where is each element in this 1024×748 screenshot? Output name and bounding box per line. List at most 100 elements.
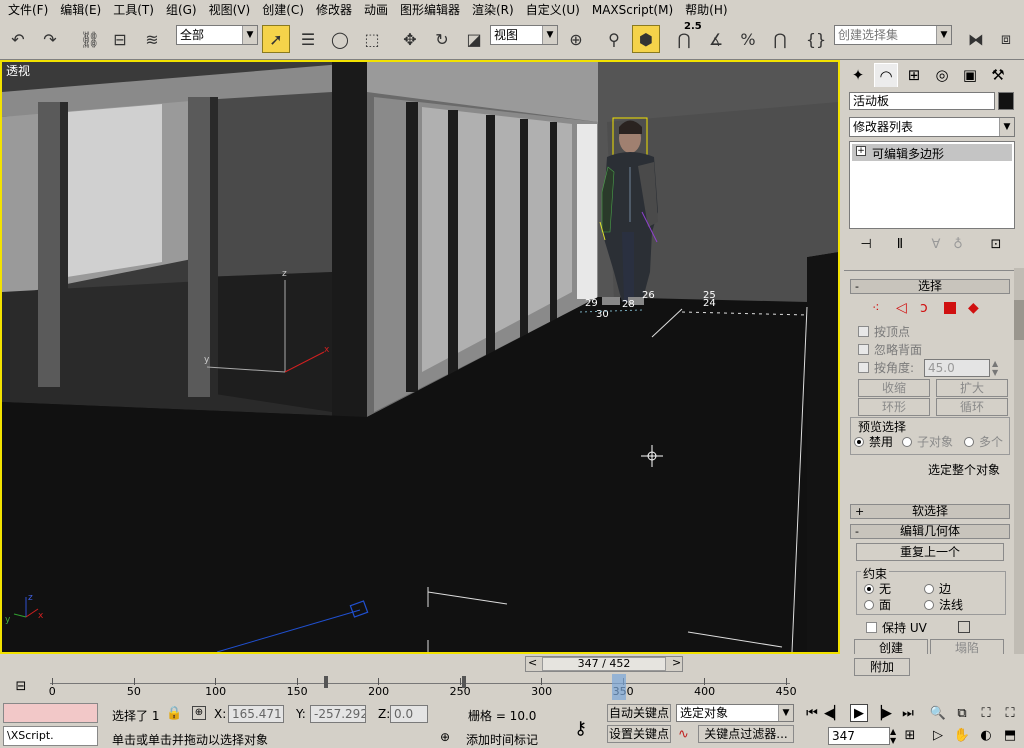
zoom-icon[interactable]: 🔍 — [930, 705, 946, 721]
field-of-view-icon[interactable]: ▷ — [930, 727, 946, 743]
move-icon[interactable]: ✥ — [396, 25, 424, 53]
play-icon[interactable]: ▶ — [850, 704, 868, 722]
menu-edit[interactable]: 编辑(E) — [54, 0, 107, 20]
percent-snap-icon[interactable]: % — [734, 25, 762, 53]
preview-multi-radio[interactable]: 多个 — [964, 435, 1003, 449]
unlink-icon[interactable]: ⊟ — [106, 25, 134, 53]
modify-tab-icon[interactable]: ◠ — [874, 63, 898, 87]
align-icon[interactable]: ⧈ — [992, 25, 1020, 53]
keyframe-marker[interactable] — [462, 676, 466, 688]
keyboard-shortcut-override-icon[interactable]: ⬢ — [632, 25, 660, 53]
menu-graph-editors[interactable]: 图形编辑器 — [394, 0, 466, 20]
constraint-none-radio[interactable]: 无 — [864, 582, 891, 596]
ignore-backfacing-checkbox[interactable]: 忽略背面 — [858, 343, 922, 357]
auto-key-button[interactable]: 自动关键点 — [607, 704, 671, 722]
pivot-center-icon[interactable]: ⊕ — [562, 25, 590, 53]
bind-spacewarp-icon[interactable]: ≋ — [138, 25, 166, 53]
time-configuration-icon[interactable]: ⊞ — [902, 727, 918, 743]
repeat-last-button[interactable]: 重复上一个 — [856, 543, 1004, 561]
vertex-subobject-icon[interactable]: ⁖ — [872, 301, 880, 316]
manipulate-icon[interactable]: ⚲ — [600, 25, 628, 53]
angle-spinner-icon[interactable]: ▲ ▼ — [992, 359, 998, 377]
utilities-tab-icon[interactable]: ⚒ — [986, 63, 1010, 87]
zoom-extents-all-icon[interactable]: ⛶ — [1002, 705, 1018, 721]
scrollbar-thumb[interactable] — [1014, 300, 1024, 340]
current-time-marker[interactable] — [612, 674, 626, 700]
create-tab-icon[interactable]: ✦ — [846, 63, 870, 87]
go-to-start-icon[interactable]: ⏮ — [804, 705, 820, 721]
by-vertex-checkbox[interactable]: 按顶点 — [858, 325, 910, 339]
soft-selection-rollout-header[interactable]: + 软选择 — [850, 504, 1010, 519]
maxscript-input[interactable]: \XScript. — [3, 726, 98, 746]
menu-maxscript[interactable]: MAXScript(M) — [586, 0, 679, 20]
next-frame-icon[interactable]: ▕▶ — [872, 705, 892, 721]
go-to-end-icon[interactable]: ⏭ — [900, 705, 916, 721]
make-unique-icon[interactable]: ∀ — [926, 236, 946, 252]
zoom-extents-icon[interactable]: ⛶ — [978, 705, 994, 721]
track-bar[interactable]: ⊟ 050100150200250300350400450 — [0, 674, 800, 700]
key-filters-button[interactable]: 关键点过滤器... — [698, 725, 794, 743]
menu-rendering[interactable]: 渲染(R) — [466, 0, 520, 20]
current-frame-input[interactable]: 347 — [828, 727, 890, 745]
constraint-face-radio[interactable]: 面 — [864, 598, 891, 612]
menu-tools[interactable]: 工具(T) — [107, 0, 160, 20]
y-coordinate-input[interactable]: -257.292 — [310, 705, 366, 723]
hierarchy-tab-icon[interactable]: ⊞ — [902, 63, 926, 87]
pan-icon[interactable]: ✋ — [954, 727, 970, 743]
key-mode-icon[interactable]: ∿ — [678, 727, 689, 742]
time-next-icon[interactable]: > — [672, 656, 681, 669]
menu-customize[interactable]: 自定义(U) — [520, 0, 586, 20]
mirror-icon[interactable]: ⧓ — [962, 25, 990, 53]
perspective-viewport[interactable]: z y x 29 28 26 30 25 24 z y x 透视 — [0, 60, 840, 654]
lock-selection-icon[interactable]: 🔒 — [166, 706, 182, 721]
arc-rotate-icon[interactable]: ◐ — [978, 727, 994, 743]
by-angle-checkbox[interactable]: 按角度: — [858, 361, 914, 375]
time-prev-icon[interactable]: < — [528, 656, 537, 669]
window-crossing-icon[interactable]: ⬚ — [358, 25, 386, 53]
element-subobject-icon[interactable]: ◆ — [968, 300, 979, 316]
maxscript-mini-listener[interactable] — [3, 703, 98, 723]
rotate-icon[interactable]: ↻ — [428, 25, 456, 53]
previous-frame-icon[interactable]: ◀▏ — [824, 705, 844, 721]
preserve-uv-settings-icon[interactable] — [958, 621, 970, 633]
pin-stack-icon[interactable]: ⊣ — [856, 236, 876, 252]
time-slider[interactable]: < 347 / 452 > — [525, 656, 683, 672]
z-coordinate-input[interactable]: 0.0 — [390, 705, 428, 723]
scale-icon[interactable]: ◪ — [460, 25, 488, 53]
named-selection-input[interactable]: 创建选择集 ▼ — [834, 25, 952, 45]
grow-button[interactable]: 扩大 — [936, 379, 1008, 397]
show-end-result-icon[interactable]: Ⅱ — [890, 236, 910, 252]
preview-off-radio[interactable]: 禁用 — [854, 435, 893, 449]
configure-modifier-sets-icon[interactable]: ⊡ — [986, 236, 1006, 252]
set-key-button[interactable]: 设置关键点 — [607, 725, 671, 743]
angle-value-input[interactable]: 45.0 — [924, 359, 990, 377]
redo-icon[interactable]: ↷ — [36, 25, 64, 53]
loop-button[interactable]: 循环 — [936, 398, 1008, 416]
x-coordinate-input[interactable]: 165.471 — [228, 705, 284, 723]
frame-spinner-icon[interactable]: ▲ ▼ — [890, 727, 896, 745]
ring-button[interactable]: 环形 — [858, 398, 930, 416]
add-time-tag-label[interactable]: 添加时间标记 — [466, 731, 538, 748]
menu-group[interactable]: 组(G) — [160, 0, 203, 20]
menu-file[interactable]: 文件(F) — [2, 0, 54, 20]
selection-filter-dropdown[interactable]: 全部 ▼ — [176, 25, 258, 45]
set-key-icon[interactable]: ⚷ — [574, 718, 587, 739]
edge-subobject-icon[interactable]: ◁ — [896, 300, 907, 316]
menu-animation[interactable]: 动画 — [358, 0, 394, 20]
expand-icon[interactable]: + — [856, 146, 866, 156]
viewport-label[interactable]: 透视 — [6, 62, 30, 79]
undo-icon[interactable]: ↶ — [4, 25, 32, 53]
remove-modifier-icon[interactable]: ♁ — [948, 236, 968, 252]
link-icon[interactable]: ⛓ — [76, 25, 104, 53]
motion-tab-icon[interactable]: ◎ — [930, 63, 954, 87]
object-color-swatch[interactable] — [998, 92, 1014, 110]
edit-geometry-rollout-header[interactable]: - 编辑几何体 — [850, 524, 1010, 539]
display-tab-icon[interactable]: ▣ — [958, 63, 982, 87]
polygon-subobject-icon[interactable] — [944, 302, 956, 314]
reference-coordinate-dropdown[interactable]: 视图 ▼ — [490, 25, 558, 45]
modifier-list-dropdown[interactable]: 修改器列表 ▼ — [849, 117, 1015, 137]
keyframe-marker[interactable] — [324, 676, 328, 688]
select-by-name-icon[interactable]: ☰ — [294, 25, 322, 53]
selection-region-icon[interactable]: ◯ — [326, 25, 354, 53]
transform-mode-icon[interactable]: ⊕ — [192, 706, 206, 720]
